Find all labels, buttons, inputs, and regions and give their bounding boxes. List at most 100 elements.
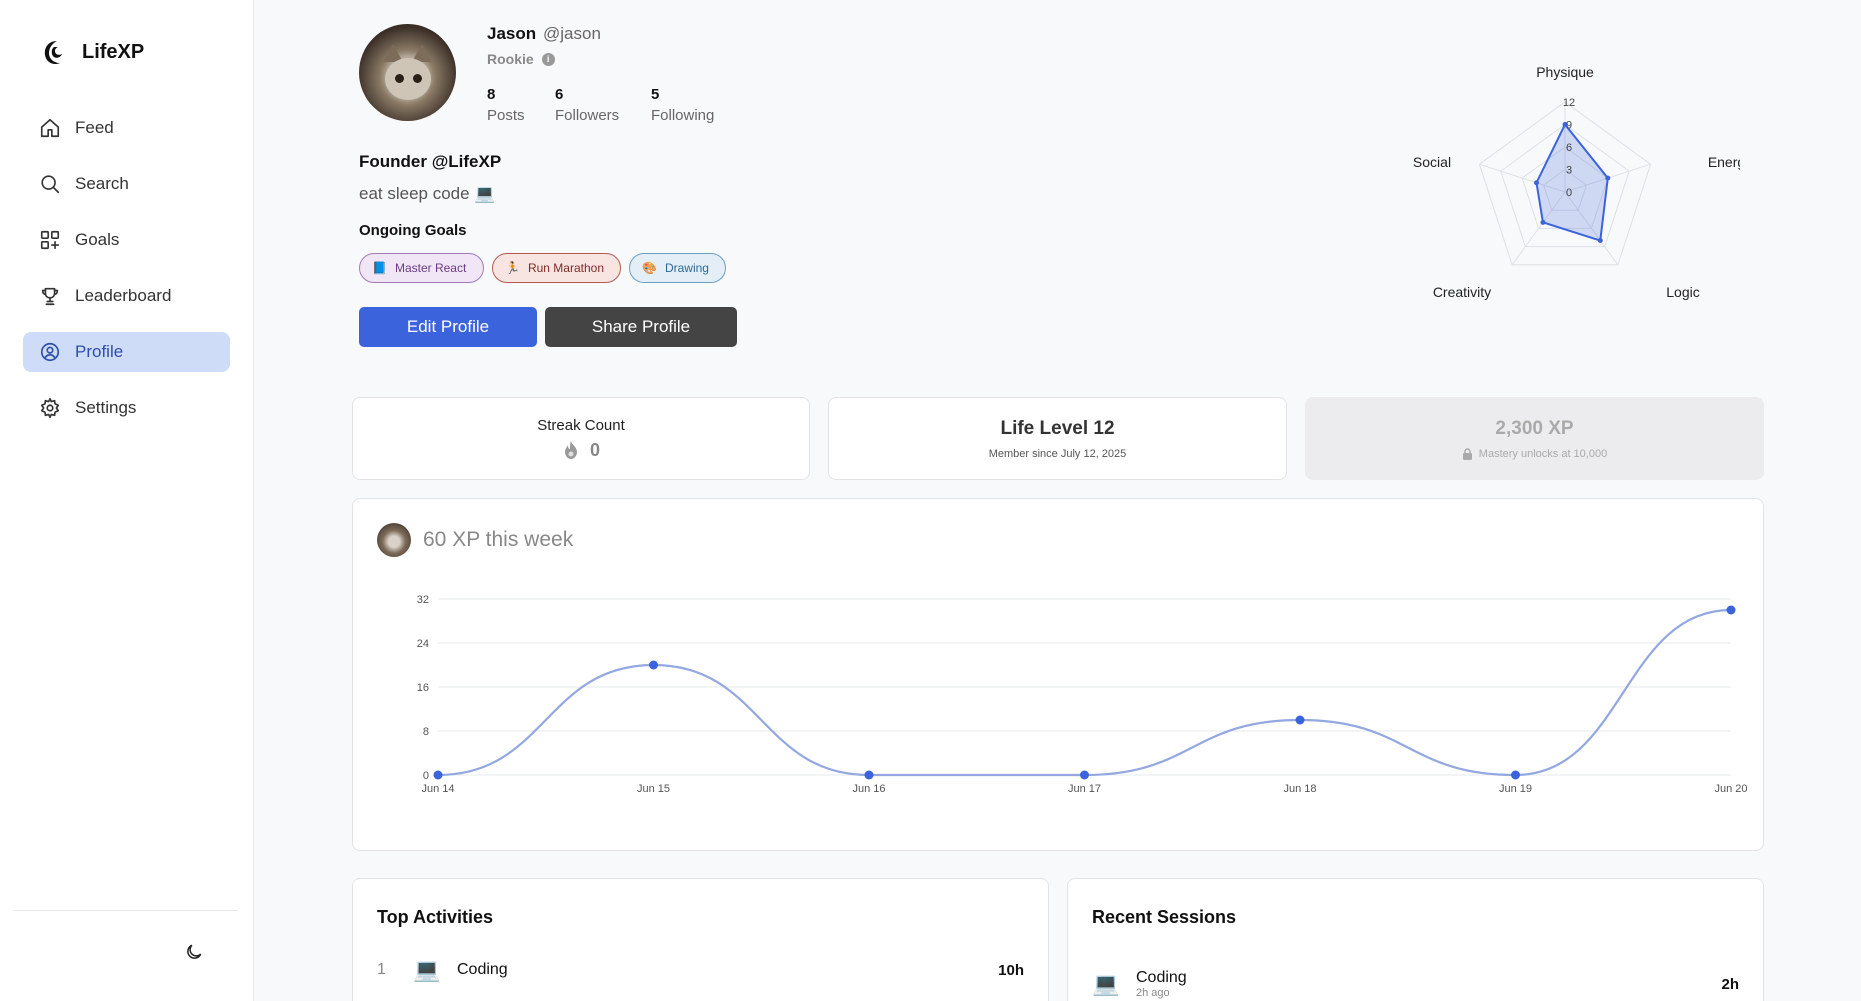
profile-handle: @jason <box>543 24 601 43</box>
x-tick-label: Jun 20 <box>1714 783 1747 795</box>
trophy-icon <box>41 287 59 306</box>
xp-data-point <box>1080 770 1089 780</box>
ongoing-goals-title: Ongoing Goals <box>359 222 467 239</box>
x-tick-label: Jun 14 <box>421 783 454 795</box>
x-tick-label: Jun 18 <box>1283 783 1316 795</box>
stat-followers[interactable]: 6 Followers <box>555 86 619 124</box>
rank-label: Rookie <box>487 51 534 67</box>
session-name: Coding <box>1136 969 1187 986</box>
weekly-xp-card: 60 XP this week 0 8 16 24 32 Jun 14 Jun 15 Jun … <box>352 498 1764 851</box>
radar-value-area <box>1535 122 1609 242</box>
mastery-hint: Mastery unlocks at 10,000 <box>1462 448 1607 460</box>
radar-value-point <box>1597 238 1603 244</box>
nav-item-label: Leaderboard <box>75 286 172 305</box>
goal-chip-run-marathon[interactable]: 🏃 Run Marathon <box>492 253 621 283</box>
goal-chip-label: Run Marathon <box>527 261 604 275</box>
radar-axis-label: Logic <box>1666 284 1699 300</box>
mini-avatar <box>377 523 411 557</box>
palette-icon: 🎨 <box>642 261 657 275</box>
home-icon <box>40 118 60 138</box>
goal-chip-master-react[interactable]: 📘 Master React <box>359 253 484 283</box>
radar-tick-label: 0 <box>1566 187 1572 199</box>
search-icon <box>41 175 60 194</box>
radar-tick-label: 9 <box>1566 120 1572 132</box>
member-since: Member since July 12, 2025 <box>988 447 1127 460</box>
radar-value-point <box>1533 180 1539 186</box>
y-tick-label: 32 <box>417 594 429 606</box>
y-tick-label: 16 <box>417 682 429 694</box>
weekly-xp-header: 60 XP this week <box>377 523 573 557</box>
nav-item-leaderboard[interactable]: Leaderboard <box>23 276 230 316</box>
bio-title: Founder @LifeXP <box>359 152 502 171</box>
xp-data-point <box>649 660 658 670</box>
streak-title: Streak Count <box>537 416 625 434</box>
stat-posts[interactable]: 8 Posts <box>487 86 525 124</box>
radar-value-point <box>1605 175 1611 181</box>
profile-name: Jason <box>487 24 537 43</box>
y-tick-label: 0 <box>423 770 429 782</box>
share-profile-button[interactable]: Share Profile <box>545 307 737 347</box>
attribute-radar-chart: 0 3 6 9 12 Physique Energy Logic Creativity Socia… <box>1413 64 1740 300</box>
x-tick-label: Jun 15 <box>637 783 670 795</box>
lock-icon <box>1462 447 1472 460</box>
xp-data-point <box>1295 715 1305 725</box>
runner-icon: 🏃 <box>505 261 520 275</box>
y-tick-label: 24 <box>417 638 429 650</box>
nav-item-goals[interactable]: Goals <box>23 220 230 260</box>
streak-value: 0 <box>589 439 600 460</box>
radar-tick-label: 12 <box>1563 97 1575 109</box>
activity-name: Coding <box>457 961 508 978</box>
xp-total: 2,300 XP <box>1495 417 1574 439</box>
streak-card: Streak Count 0 <box>352 397 810 480</box>
goal-chip-label: Drawing <box>664 261 709 275</box>
stat-label: Following <box>651 107 715 124</box>
app-name: LifeXP <box>82 40 145 63</box>
gear-icon <box>40 398 60 418</box>
stat-value: 6 <box>555 86 564 103</box>
stat-label: Posts <box>487 107 525 124</box>
moon-icon <box>187 944 202 959</box>
nav-item-feed[interactable]: Feed <box>23 108 230 148</box>
session-time: 2h ago <box>1136 987 1170 999</box>
edit-profile-button[interactable]: Edit Profile <box>359 307 537 347</box>
goal-chip-label: Master React <box>394 261 467 275</box>
profile-rank: Rookie i <box>487 51 555 67</box>
xp-line <box>437 608 1732 777</box>
stat-label: Followers <box>555 107 620 124</box>
theme-toggle-button[interactable] <box>184 942 208 966</box>
goals-icon <box>40 230 60 250</box>
main-nav: Feed Search Goals Leaderboard Profile Se… <box>23 108 230 444</box>
xp-data-point <box>433 770 443 780</box>
flame-icon <box>564 441 577 459</box>
nav-item-search[interactable]: Search <box>23 164 230 204</box>
brand[interactable]: LifeXP <box>40 36 144 68</box>
life-level-title: Life Level 12 <box>1000 417 1115 439</box>
list-item[interactable]: 1 💻 Coding 10h <box>377 957 1024 983</box>
x-tick-label: Jun 16 <box>852 783 885 795</box>
radar-axis-label: Physique <box>1536 64 1594 80</box>
nav-item-label: Profile <box>75 342 124 361</box>
life-level-card: Life Level 12 Member since July 12, 2025 <box>828 397 1287 480</box>
xp-data-point <box>1726 605 1736 615</box>
bio-text: eat sleep code 💻 <box>359 184 496 203</box>
radar-tick-label: 3 <box>1566 165 1572 177</box>
stat-following[interactable]: 5 Following <box>651 86 714 124</box>
list-item[interactable]: 💻 Coding 2h ago 2h <box>1092 969 1739 999</box>
y-tick-label: 8 <box>423 726 429 738</box>
sidebar-divider <box>14 910 238 911</box>
user-circle-icon <box>40 342 60 362</box>
weekly-xp-line-chart: 0 8 16 24 32 Jun 14 Jun 15 Jun 16 Jun 17 Jun 18 Ju… <box>417 594 1748 795</box>
xp-data-point <box>864 770 874 780</box>
radar-axis-label: Creativity <box>1433 284 1491 300</box>
info-icon[interactable]: i <box>541 52 555 66</box>
nav-item-profile[interactable]: Profile <box>23 332 230 372</box>
lifexp-logo-icon <box>44 41 62 65</box>
nav-item-settings[interactable]: Settings <box>23 388 230 428</box>
x-tick-label: Jun 17 <box>1068 783 1101 795</box>
book-icon: 📘 <box>372 261 387 275</box>
xp-card: 2,300 XP Mastery unlocks at 10,000 <box>1305 397 1764 480</box>
goal-chip-drawing[interactable]: 🎨 Drawing <box>629 253 726 283</box>
top-activities-card: Top Activities 1 💻 Coding 10h <box>352 878 1049 1001</box>
radar-axis-label: Social <box>1413 154 1451 170</box>
radar-tick-label: 6 <box>1566 142 1572 154</box>
